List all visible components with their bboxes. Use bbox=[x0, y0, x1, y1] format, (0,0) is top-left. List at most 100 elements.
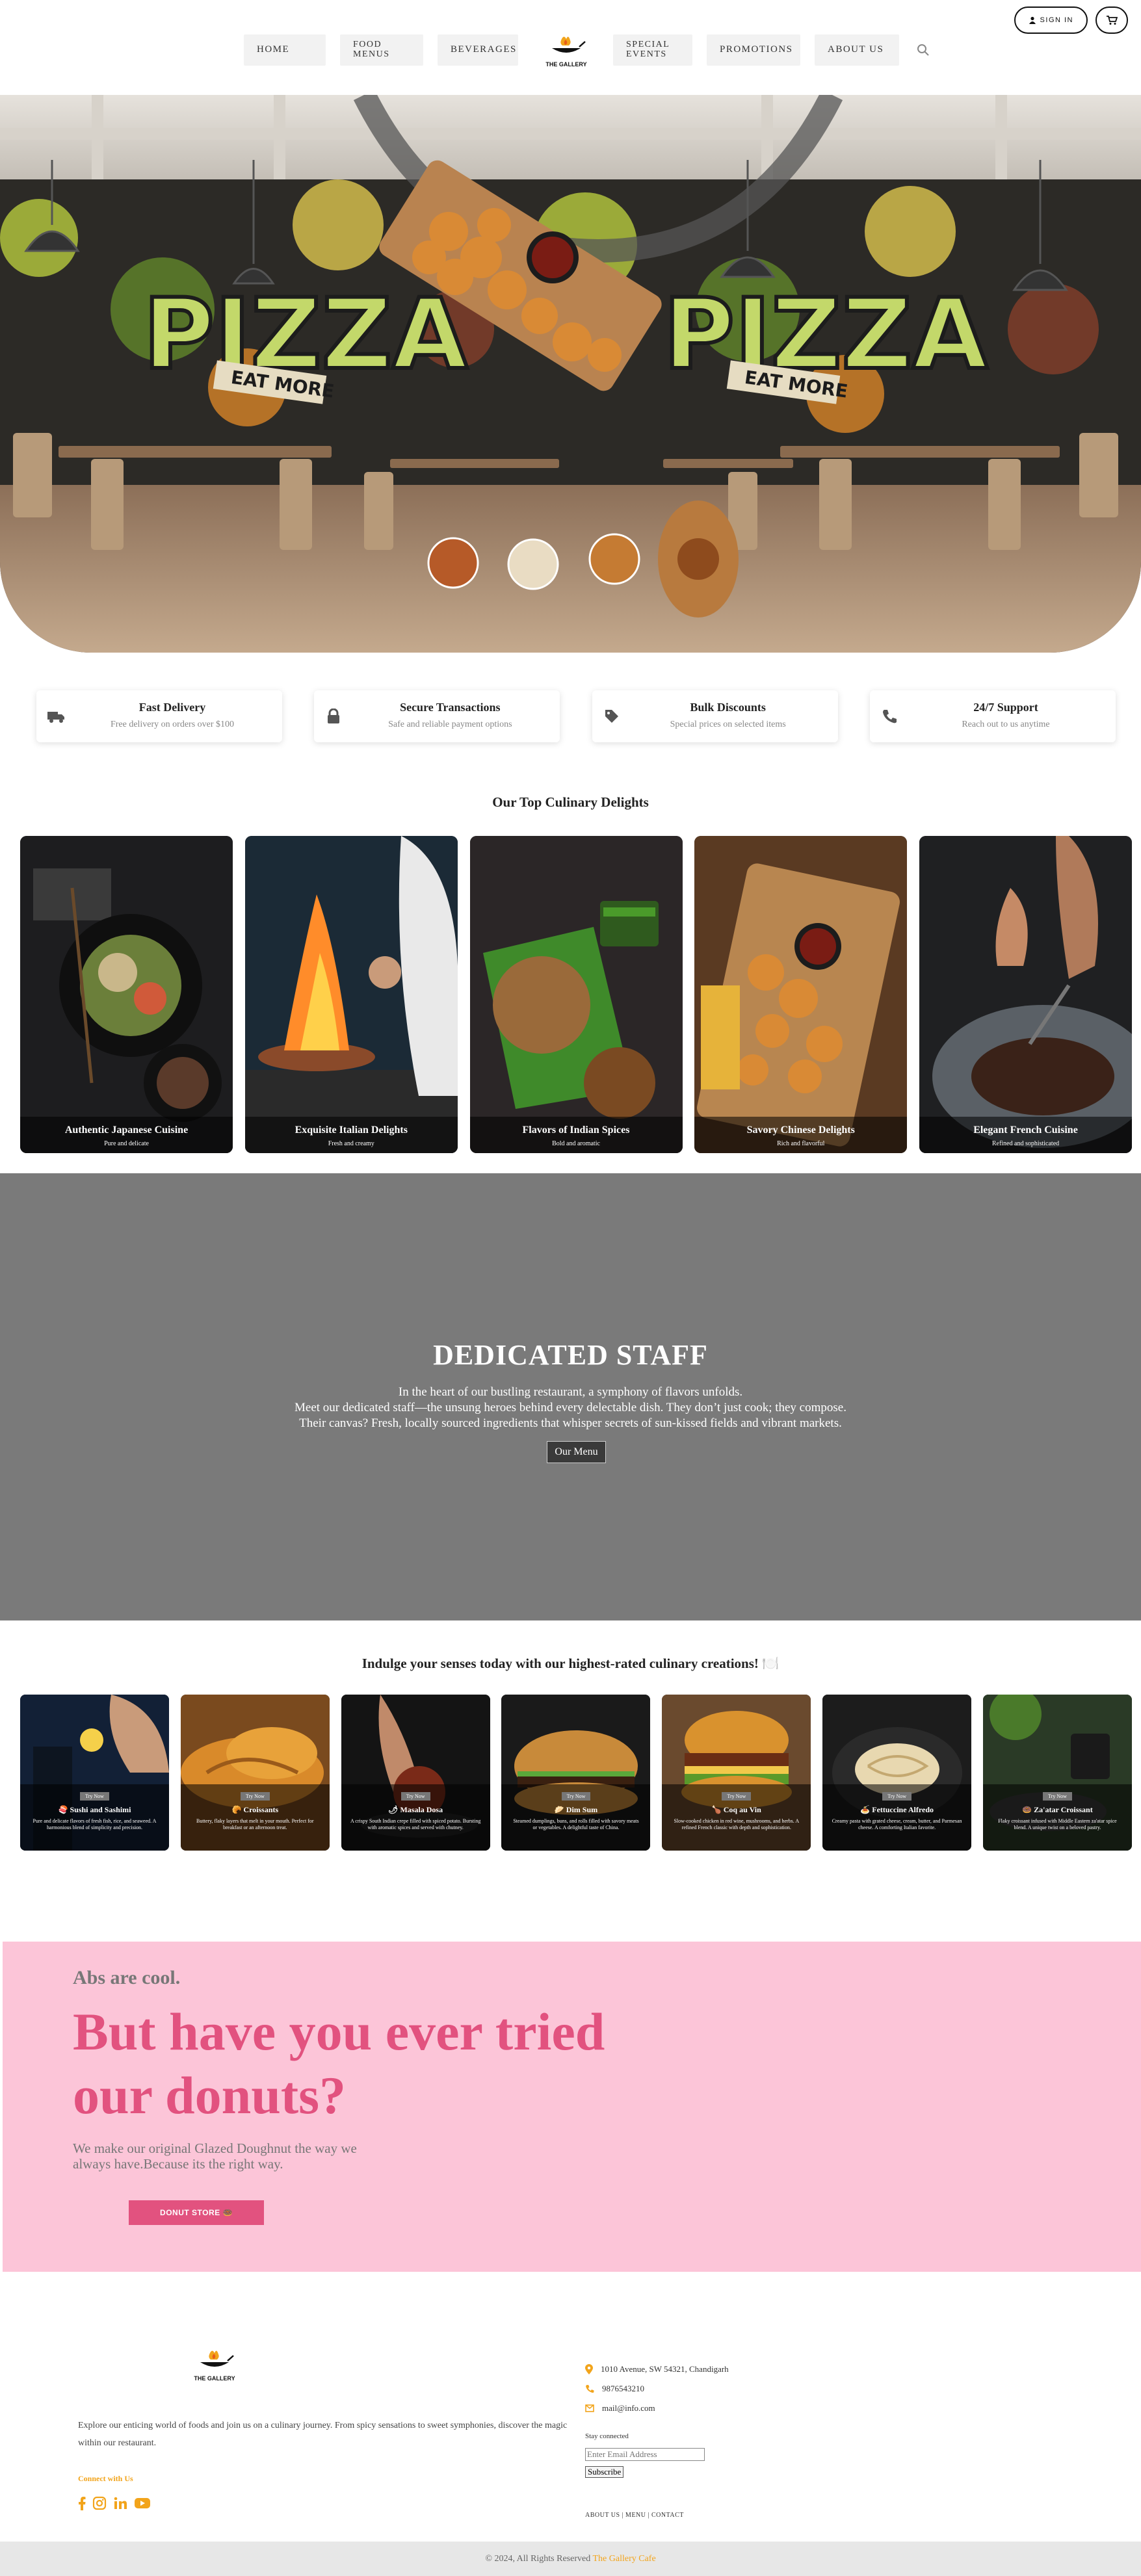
social-links bbox=[78, 2496, 151, 2510]
try-now-button[interactable]: Try Now bbox=[722, 1792, 752, 1801]
rated-card-dim-sum: Try Now 🥟 Dim Sum Steamed dumplings, buns,… bbox=[501, 1695, 651, 1851]
try-now-button[interactable]: Try Now bbox=[400, 1792, 430, 1801]
nav-beverages[interactable]: BEVERAGES bbox=[438, 34, 518, 66]
feature-title: Fast Delivery bbox=[138, 701, 206, 714]
donut-body: We make our original Glazed Doughnut the… bbox=[73, 2140, 357, 2172]
delights-grid: Authentic Japanese Cuisine Pure and delic… bbox=[20, 836, 1132, 1153]
rated-card-fettuccine: Try Now 🍝 Fettuccine Alfredo Creamy pasta … bbox=[822, 1695, 972, 1851]
nav-food-menus[interactable]: FOOD MENUS bbox=[340, 34, 423, 66]
facebook-icon[interactable] bbox=[78, 2496, 86, 2510]
delight-caption: Savory Chinese Delights Rich and flavorfu… bbox=[694, 1117, 908, 1153]
cart-icon bbox=[1107, 16, 1118, 25]
copyright-brand[interactable]: The Gallery Cafe bbox=[592, 2554, 655, 2564]
contact-address: 1010 Avenue, SW 54321, Chandigarh bbox=[585, 2360, 729, 2379]
footer-about: Explore our enticing world of foods and … bbox=[78, 2421, 568, 2448]
dish-emoji: 🌶 bbox=[388, 1805, 399, 1814]
staff-text: In the heart of our bustling restaurant,… bbox=[0, 1385, 1141, 1431]
feature-title: Bulk Discounts bbox=[690, 701, 766, 714]
dish-desc: Pure and delicate flavors of fresh fish,… bbox=[33, 1818, 157, 1830]
staff-line-3: Their canvas? Fresh, locally sourced ing… bbox=[299, 1416, 842, 1430]
delight-card-chinese[interactable]: Savory Chinese Delights Rich and flavorfu… bbox=[694, 836, 908, 1153]
nav-about-us[interactable]: ABOUT US bbox=[815, 34, 899, 66]
delight-title: Authentic Japanese Cuisine bbox=[64, 1125, 189, 1136]
dish-image bbox=[694, 836, 908, 1153]
tag-icon bbox=[603, 707, 621, 725]
feature-subtitle: Safe and reliable payment options bbox=[388, 720, 512, 729]
hero-image: PIZZA PIZZA EAT MORE EAT MORE bbox=[0, 95, 1141, 653]
nav-promotions[interactable]: PROMOTIONS bbox=[707, 34, 800, 66]
carousel-thumb-1 bbox=[427, 537, 479, 589]
search-icon[interactable] bbox=[913, 40, 933, 60]
newsletter-email-input[interactable] bbox=[585, 2448, 705, 2461]
rated-card-masala-dosa: Try Now 🌶 Masala Dosa A crispy South India… bbox=[341, 1695, 490, 1851]
dish-emoji: 🥐 bbox=[231, 1805, 242, 1814]
phone-icon bbox=[586, 2385, 594, 2393]
dish-name: Sushi and Sashimi bbox=[70, 1805, 131, 1814]
delight-card-italian[interactable]: Exquisite Italian Delights Fresh and crea… bbox=[244, 836, 458, 1153]
nav-home[interactable]: HOME bbox=[244, 34, 326, 66]
chef-wok-icon bbox=[200, 2350, 234, 2367]
donut-store-button[interactable]: DONUT STORE 🍩 bbox=[129, 2200, 264, 2225]
try-now-button[interactable]: Try Now bbox=[561, 1792, 591, 1801]
delight-title: Savory Chinese Delights bbox=[746, 1125, 855, 1136]
try-now-button[interactable]: Try Now bbox=[240, 1792, 270, 1801]
dish-image bbox=[20, 836, 233, 1153]
sign-in-button[interactable]: SIGN IN bbox=[1014, 7, 1088, 34]
dish-desc: Creamy pasta with grated cheese, cream, … bbox=[832, 1818, 962, 1830]
feature-card-secure: Secure Transactions Safe and reliable pa… bbox=[314, 690, 560, 742]
delight-subtitle: Refined and sophisticated bbox=[991, 1140, 1060, 1147]
delight-title: Elegant French Cuisine bbox=[973, 1125, 1078, 1136]
delight-caption: Flavors of Indian Spices Bold and aromati… bbox=[469, 1117, 683, 1153]
dish-name: Fettuccine Alfredo bbox=[872, 1805, 934, 1814]
feature-card-support: 24/7 Support Reach out to us anytime bbox=[869, 690, 1116, 742]
delight-card-indian[interactable]: Flavors of Indian Spices Bold and aromati… bbox=[469, 836, 683, 1153]
contact-phone: 9876543210 bbox=[585, 2379, 729, 2399]
feature-card-discounts: Bulk Discounts Special prices on selecte… bbox=[592, 690, 838, 742]
copyright-text: © 2024, All Rights Reserved bbox=[485, 2554, 591, 2564]
logo-text: THE GALLERY bbox=[545, 61, 587, 68]
dish-name: Croissants bbox=[243, 1805, 279, 1814]
dish-desc: Buttery, flaky layers that melt in your … bbox=[196, 1818, 314, 1830]
main-nav: HOME FOOD MENUS BEVERAGES THE GALLERY SP… bbox=[244, 27, 933, 73]
delight-caption: Exquisite Italian Delights Fresh and crea… bbox=[244, 1117, 458, 1153]
youtube-icon[interactable] bbox=[134, 2497, 151, 2510]
nav-special-events[interactable]: SPECIAL EVENTS bbox=[613, 34, 692, 66]
email-text: mail@info.com bbox=[602, 2403, 655, 2413]
feature-subtitle: Reach out to us anytime bbox=[962, 720, 1050, 729]
footer-logo[interactable]: THE GALLERY bbox=[189, 2347, 241, 2386]
try-now-button[interactable]: Try Now bbox=[882, 1792, 912, 1801]
contact-info: 1010 Avenue, SW 54321, Chandigarh 987654… bbox=[585, 2360, 729, 2418]
auth-area: SIGN IN bbox=[1014, 7, 1128, 34]
delight-subtitle: Rich and flavorful bbox=[777, 1140, 825, 1147]
carousel-thumb-3 bbox=[588, 533, 640, 585]
sign-in-label: SIGN IN bbox=[1040, 16, 1073, 24]
delight-title: Flavors of Indian Spices bbox=[522, 1125, 630, 1136]
dish-name: Dim Sum bbox=[566, 1805, 598, 1814]
staff-section: DEDICATED STAFF In the heart of our bust… bbox=[0, 1173, 1141, 1620]
cart-button[interactable] bbox=[1095, 7, 1128, 34]
instagram-icon[interactable] bbox=[92, 2496, 107, 2510]
top-navigation: HOME FOOD MENUS BEVERAGES THE GALLERY SP… bbox=[0, 0, 1141, 95]
rated-grid: Try Now 🍣 Sushi and Sashimi Pure and delic… bbox=[20, 1695, 1132, 1851]
stay-connected-label: Stay connected bbox=[585, 2432, 629, 2440]
delight-card-french[interactable]: Elegant French Cuisine Refined and sophis… bbox=[919, 836, 1132, 1153]
try-now-button[interactable]: Try Now bbox=[1043, 1792, 1072, 1801]
hero-banner: PIZZA PIZZA EAT MORE EAT MORE bbox=[0, 95, 1141, 653]
dish-desc: Slow-cooked chicken in red wine, mushroo… bbox=[674, 1818, 800, 1830]
chef-wok-icon bbox=[552, 36, 586, 53]
our-menu-button[interactable]: Our Menu bbox=[547, 1441, 606, 1463]
connect-label: Connect with Us bbox=[78, 2474, 133, 2483]
delight-card-japanese[interactable]: Authentic Japanese Cuisine Pure and delic… bbox=[20, 836, 233, 1153]
user-icon bbox=[1029, 16, 1036, 24]
linkedin-icon[interactable] bbox=[113, 2496, 127, 2510]
dish-emoji: 🍩 bbox=[1022, 1805, 1032, 1814]
dish-name: Masala Dosa bbox=[400, 1805, 443, 1814]
dish-image bbox=[244, 836, 458, 1153]
footer: THE GALLERY Explore our enticing world o… bbox=[0, 2295, 1141, 2542]
subscribe-button[interactable]: Subscribe bbox=[585, 2466, 624, 2478]
donut-kicker: Abs are cool. bbox=[73, 1967, 181, 1988]
feature-card-fast-delivery: Fast Delivery Free delivery on orders ov… bbox=[36, 690, 282, 742]
footer-links[interactable]: ABOUT US | MENU | CONTACT bbox=[585, 2512, 684, 2519]
brand-logo[interactable]: THE GALLERY bbox=[534, 27, 599, 73]
try-now-button[interactable]: Try Now bbox=[80, 1792, 109, 1801]
